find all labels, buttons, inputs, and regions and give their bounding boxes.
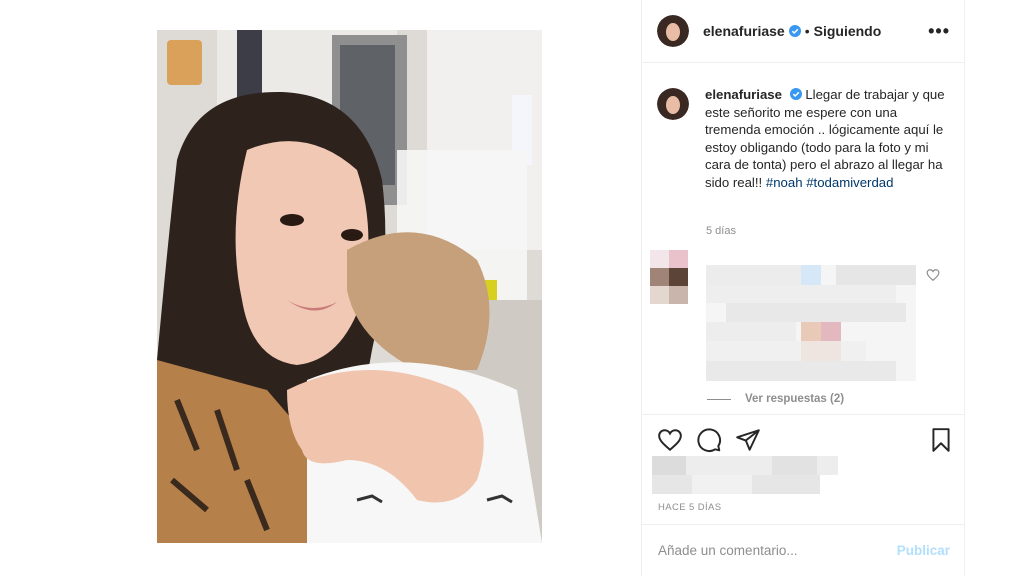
comment-bubble-icon[interactable] (696, 427, 722, 453)
post-timestamp[interactable]: HACE 5 DÍAS (658, 502, 722, 513)
heart-icon[interactable] (657, 427, 683, 453)
avatar[interactable] (657, 15, 689, 47)
post-photo[interactable] (157, 30, 542, 543)
media-area (0, 0, 641, 576)
hashtag-link[interactable]: #todamiverdad (806, 175, 893, 190)
bookmark-icon[interactable] (928, 427, 954, 453)
caption-avatar[interactable] (657, 88, 689, 120)
verified-badge-icon (789, 88, 802, 100)
following-button[interactable]: Siguiendo (814, 23, 882, 39)
pixelated-comment-avatar (650, 250, 688, 304)
comment-bar: Publicar (642, 524, 964, 576)
replies-divider (707, 398, 731, 400)
caption-username[interactable]: elenafuriase (705, 87, 782, 102)
hashtag-link[interactable]: #noah (766, 175, 803, 190)
pixelated-comment-text (706, 265, 916, 381)
caption-time[interactable]: 5 días (706, 225, 736, 237)
view-replies-button[interactable]: Ver respuestas (2) (707, 393, 844, 405)
action-bar (642, 414, 964, 462)
username-link[interactable]: elenafuriase (703, 23, 785, 39)
caption-text-block: elenafuriase Llegar de trabajar y que es… (705, 86, 952, 191)
separator-dot: • (804, 23, 810, 39)
view-replies-label: Ver respuestas (2) (745, 393, 845, 405)
post-header: elenafuriase • Siguiendo ••• (642, 0, 964, 63)
selfie-photo-illustration (157, 30, 542, 543)
more-options-icon[interactable]: ••• (928, 22, 950, 40)
pixelated-likes-count (652, 456, 838, 494)
comment-like-icon[interactable] (926, 268, 940, 282)
paper-plane-icon[interactable] (735, 427, 761, 453)
verified-badge-icon (788, 25, 801, 37)
post-side-panel: elenafuriase • Siguiendo ••• elenafurias… (641, 0, 965, 576)
comment-input[interactable] (658, 543, 888, 558)
caption: elenafuriase Llegar de trabajar y que es… (657, 86, 952, 191)
publish-button[interactable]: Publicar (897, 543, 950, 558)
